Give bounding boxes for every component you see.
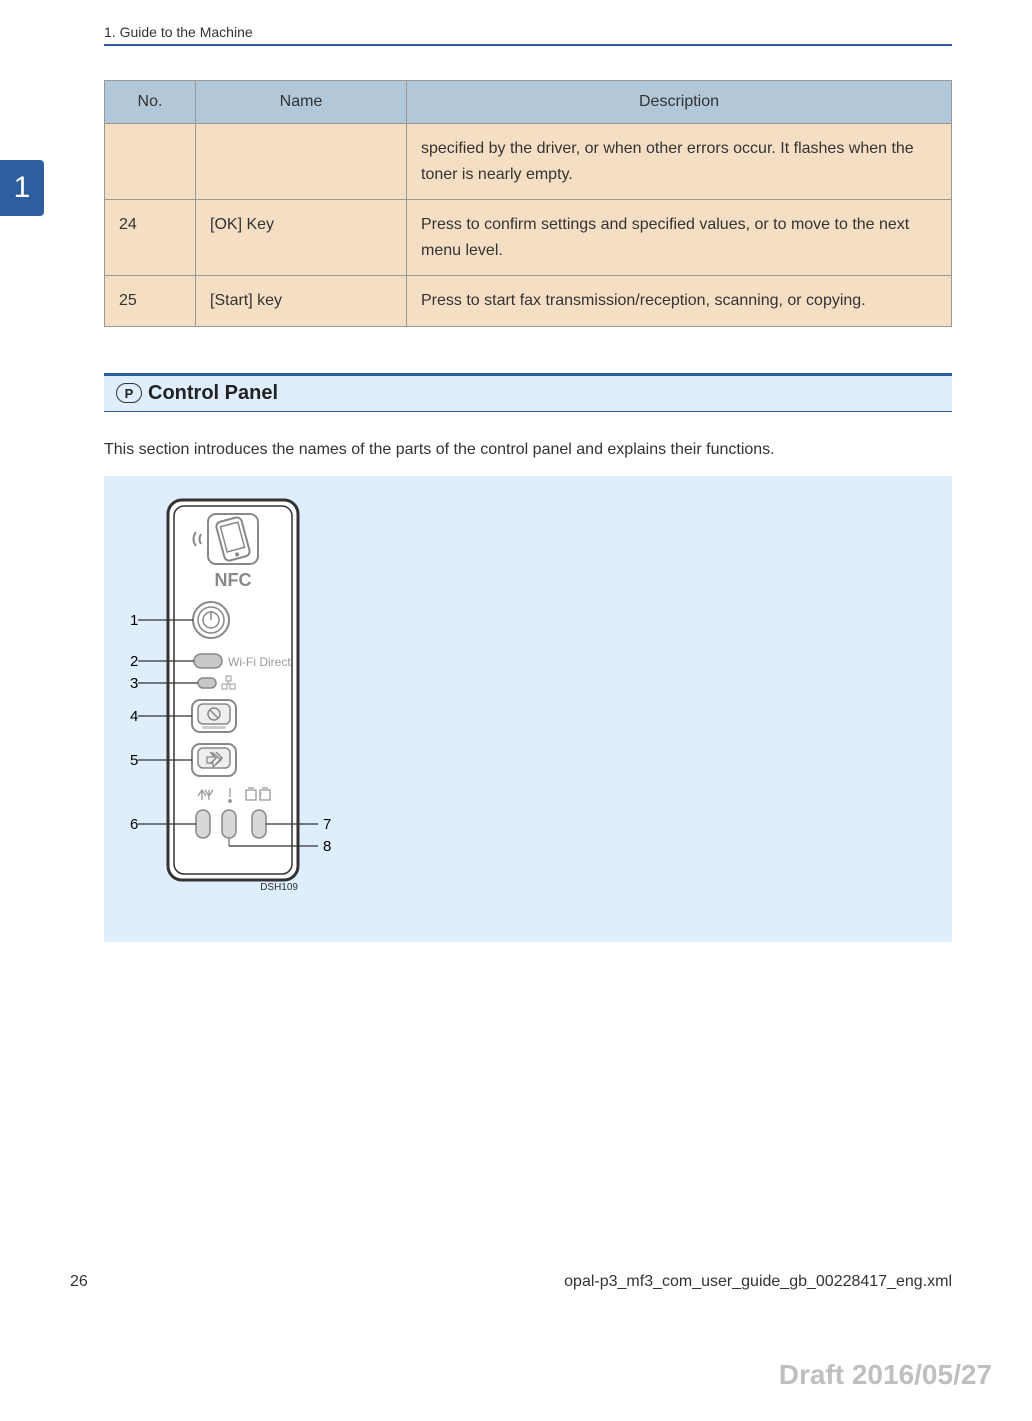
running-header: 1. Guide to the Machine xyxy=(104,24,952,40)
callout-7: 7 xyxy=(323,816,331,833)
cell-description: Press to start fax transmission/receptio… xyxy=(407,276,952,327)
key-description-table: No. Name Description specified by the dr… xyxy=(104,80,952,327)
wifi-direct-label: Wi-Fi Direct xyxy=(228,655,291,669)
source-filename: opal-p3_mf3_com_user_guide_gb_00228417_e… xyxy=(564,1273,952,1291)
section-title: Control Panel xyxy=(148,382,278,405)
nfc-label: NFC xyxy=(215,570,252,590)
th-description: Description xyxy=(407,81,952,124)
callout-4: 4 xyxy=(130,708,138,725)
led-indicator-icon xyxy=(252,810,266,838)
control-panel-svg: NFC Wi-Fi Direct xyxy=(118,490,418,910)
cell-name: [Start] key xyxy=(196,276,407,327)
cell-description: Press to confirm settings and specified … xyxy=(407,200,952,276)
callout-5: 5 xyxy=(130,752,138,769)
callout-1: 1 xyxy=(130,612,138,629)
diagram-code: DSH109 xyxy=(260,882,298,893)
section-heading-bar: P Control Panel xyxy=(104,373,952,412)
th-no: No. xyxy=(105,81,196,124)
cell-no: 25 xyxy=(105,276,196,327)
cell-no: 24 xyxy=(105,200,196,276)
wifi-direct-indicator-icon xyxy=(194,654,222,668)
svg-text:/: / xyxy=(259,792,262,803)
start-key-icon xyxy=(192,744,236,776)
cell-no xyxy=(105,124,196,200)
cell-description: specified by the driver, or when other e… xyxy=(407,124,952,200)
chapter-tab: 1 xyxy=(0,160,44,216)
header-rule xyxy=(104,44,952,46)
callout-8: 8 xyxy=(323,838,331,855)
page-number: 26 xyxy=(70,1273,88,1291)
callout-6: 6 xyxy=(130,816,138,833)
callout-2: 2 xyxy=(130,653,138,670)
cell-name xyxy=(196,124,407,200)
callout-3: 3 xyxy=(130,675,138,692)
page-footer: 26 opal-p3_mf3_com_user_guide_gb_0022841… xyxy=(70,1273,952,1291)
led-indicator-icon xyxy=(196,810,210,838)
p-badge-icon: P xyxy=(116,383,142,403)
section-intro-text: This section introduces the names of the… xyxy=(104,438,952,462)
stop-key-icon xyxy=(192,700,236,732)
draft-watermark: Draft 2016/05/27 xyxy=(779,1359,992,1391)
table-row: 24 [OK] Key Press to confirm settings an… xyxy=(105,200,952,276)
table-row: 25 [Start] key Press to start fax transm… xyxy=(105,276,952,327)
th-name: Name xyxy=(196,81,407,124)
power-button-icon xyxy=(193,602,229,638)
table-row: specified by the driver, or when other e… xyxy=(105,124,952,200)
control-panel-diagram: NFC Wi-Fi Direct xyxy=(104,476,952,942)
cell-name: [OK] Key xyxy=(196,200,407,276)
